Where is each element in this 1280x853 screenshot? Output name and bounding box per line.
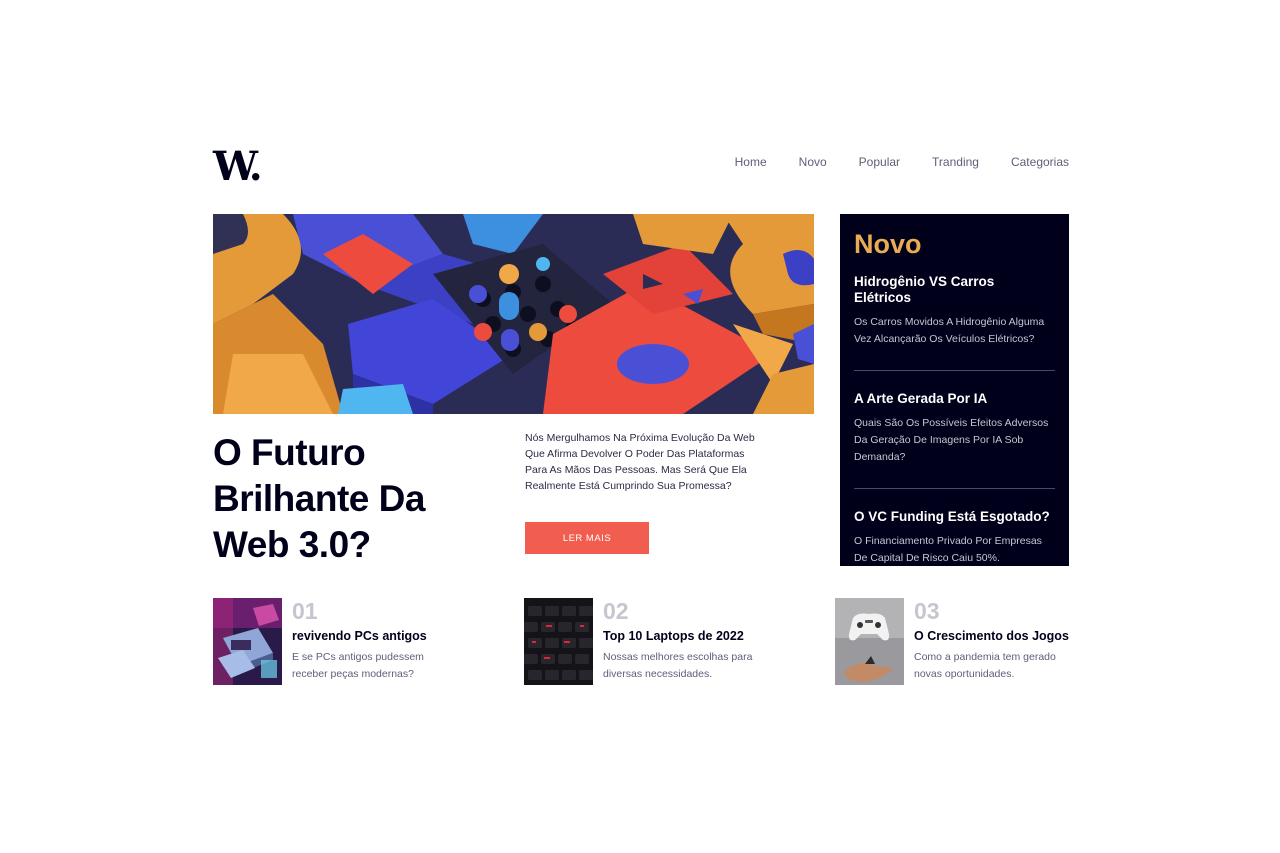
new-panel-title: Novo (854, 229, 922, 259)
nav-link-novo[interactable]: Novo (799, 155, 827, 169)
new-item-title[interactable]: O VC Funding Está Esgotado? (854, 509, 1055, 525)
hero-title: O Futuro Brilhante Da Web 3.0? (213, 432, 425, 565)
read-more-button[interactable]: LER MAIS (525, 522, 649, 554)
nav-link-popular[interactable]: Popular (859, 155, 900, 169)
article-thumbnail[interactable] (213, 598, 282, 685)
game-controller-image (835, 598, 904, 685)
new-item-description: O Financiamento Privado Por Empresas De … (854, 535, 1042, 564)
article-number: 01 (292, 598, 318, 624)
article-number: 02 (603, 598, 629, 624)
main-nav: Home Novo Popular Tranding Categorias (735, 155, 1069, 169)
keyboard-image (524, 598, 593, 685)
new-item-ai-art[interactable]: A Arte Gerada Por IA Quais São Os Possív… (854, 391, 1055, 466)
retro-pc-image (213, 598, 282, 685)
site-logo[interactable]: W. (213, 147, 263, 187)
new-item-title[interactable]: A Arte Gerada Por IA (854, 391, 1055, 407)
featured-articles: 01 revivendo PCs antigos E se PCs antigo… (213, 598, 1069, 686)
hero-image (213, 214, 814, 414)
article-description: E se PCs antigos pudessem receber peças … (292, 651, 424, 680)
hero-description: Nós Mergulhamos Na Próxima Evolução Da W… (525, 432, 755, 492)
article-description: Nossas melhores escolhas para diversas n… (603, 651, 753, 680)
article-description: Como a pandemia tem gerado novas oportun… (914, 651, 1056, 680)
new-articles-panel: Novo Hidrogênio VS Carros Elétricos Os C… (840, 214, 1069, 566)
abstract-3d-blocks-image (213, 214, 814, 414)
nav-link-categorias[interactable]: Categorias (1011, 155, 1069, 169)
article-card[interactable]: 03 O Crescimento dos Jogos Como a pandem… (835, 598, 1075, 686)
site-header: W. Home Novo Popular Tranding Categorias (213, 147, 1069, 187)
article-number: 03 (914, 598, 940, 624)
new-item-hydrogen[interactable]: Hidrogênio VS Carros Elétricos Os Carros… (854, 274, 1055, 348)
article-title[interactable]: Top 10 Laptops de 2022 (603, 629, 744, 643)
article-card[interactable]: 01 revivendo PCs antigos E se PCs antigo… (213, 598, 453, 686)
nav-link-tranding[interactable]: Tranding (932, 155, 979, 169)
article-card[interactable]: 02 Top 10 Laptops de 2022 Nossas melhore… (524, 598, 764, 686)
new-item-title[interactable]: Hidrogênio VS Carros Elétricos (854, 274, 1055, 306)
article-title[interactable]: O Crescimento dos Jogos (914, 629, 1069, 643)
new-item-description: Quais São Os Possíveis Efeitos Adversos … (854, 417, 1049, 463)
article-thumbnail[interactable] (524, 598, 593, 685)
article-thumbnail[interactable] (835, 598, 904, 685)
new-item-vc-funding[interactable]: O VC Funding Está Esgotado? O Financiame… (854, 509, 1055, 567)
new-item-description: Os Carros Movidos A Hidrogênio Alguma Ve… (854, 316, 1045, 345)
divider (854, 488, 1055, 489)
divider (854, 370, 1055, 371)
nav-link-home[interactable]: Home (735, 155, 767, 169)
article-title[interactable]: revivendo PCs antigos (292, 629, 427, 643)
